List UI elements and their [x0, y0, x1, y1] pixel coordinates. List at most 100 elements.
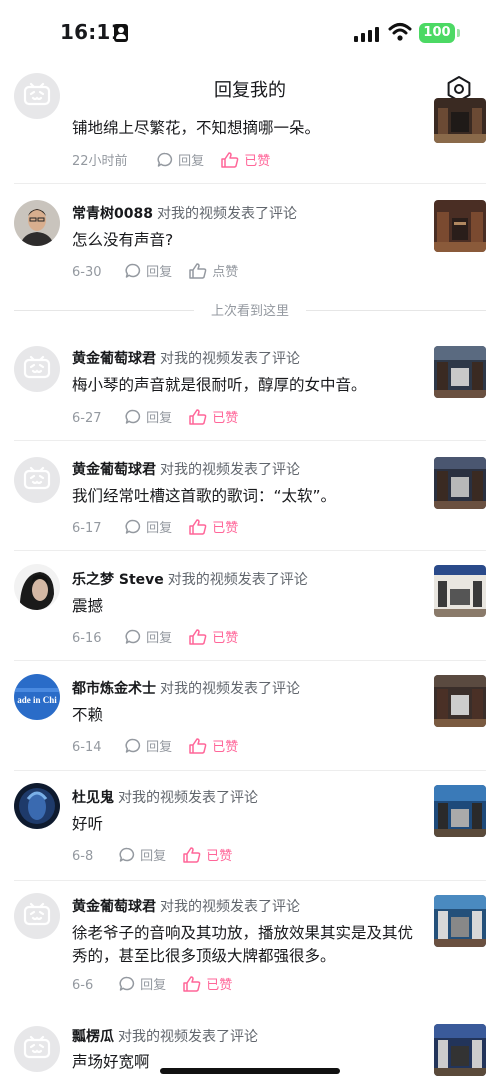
thumbs-up-icon [189, 629, 207, 645]
reply-button[interactable]: 回复 [124, 407, 172, 426]
avatar[interactable] [14, 73, 60, 119]
comment-text: 我们经常吐槽这首歌的歌词：“太软”。 [72, 487, 337, 505]
comment-header: 乐之梦 Steve 对我的视频发表了评论 [72, 569, 308, 589]
last-seen-divider: 上次看到这里 [0, 300, 500, 320]
comment-header: 黄金葡萄球君 对我的视频发表了评论 [72, 348, 300, 368]
comment-icon [125, 738, 141, 753]
thumbs-up-icon [189, 738, 207, 754]
reply-label: 回复 [146, 740, 173, 755]
video-thumbnail[interactable] [434, 1024, 486, 1076]
reply-label: 回复 [146, 521, 173, 536]
action-text: 对我的视频发表了评论 [118, 1029, 258, 1045]
username[interactable]: 黄金葡萄球君 [72, 351, 156, 367]
username[interactable]: 黄金葡萄球君 [72, 899, 156, 915]
thumbs-up-icon [189, 263, 207, 279]
username[interactable]: 常青树0088 [72, 206, 153, 222]
comment-icon [125, 519, 141, 534]
video-thumbnail[interactable] [434, 200, 486, 252]
divider [14, 880, 486, 881]
video-thumbnail[interactable] [434, 457, 486, 509]
video-thumbnail[interactable] [434, 785, 486, 837]
reply-label: 回复 [146, 631, 173, 646]
comment-text: 震撼 [72, 597, 104, 615]
username[interactable]: 黄金葡萄球君 [72, 462, 156, 478]
like-button[interactable]: 已赞 [188, 517, 238, 536]
comment-text: 铺地绵上尽繁花，不知想摘哪一朵。 [72, 119, 321, 137]
username[interactable]: 瓢楞瓜 [72, 1029, 114, 1045]
signal-icon [354, 26, 380, 42]
avatar[interactable]: ade in Chi [14, 674, 60, 720]
divider [14, 440, 486, 441]
like-button[interactable]: 已赞 [220, 150, 270, 169]
avatar[interactable] [14, 893, 60, 939]
avatar[interactable] [14, 346, 60, 392]
battery-tip [457, 29, 460, 37]
like-button[interactable]: 已赞 [182, 845, 232, 864]
avatar[interactable] [14, 564, 60, 610]
avatar[interactable] [14, 783, 60, 829]
action-text: 对我的视频发表了评论 [118, 790, 258, 806]
comment-text: 怎么没有声音? [72, 231, 174, 249]
thumbs-up-icon [183, 847, 201, 863]
battery-icon: 100 [419, 23, 455, 43]
reply-button[interactable]: 回复 [118, 845, 166, 864]
comment-date: 6-14 [72, 740, 102, 755]
action-text: 对我的视频发表了评论 [156, 206, 297, 222]
like-button[interactable]: 已赞 [188, 407, 238, 426]
comment-text: 好听 [72, 815, 104, 833]
action-text: 对我的视频发表了评论 [160, 899, 300, 915]
video-thumbnail[interactable] [434, 346, 486, 398]
video-thumbnail[interactable] [434, 895, 486, 947]
username[interactable]: 杜见鬼 [72, 790, 114, 806]
comment-date: 6-8 [72, 849, 94, 864]
comment-header: 杜见鬼 对我的视频发表了评论 [72, 787, 258, 807]
like-label: 已赞 [244, 154, 271, 169]
action-text: 对我的视频发表了评论 [167, 572, 308, 588]
comment-date: 6-30 [72, 265, 102, 280]
like-button[interactable]: 已赞 [188, 627, 238, 646]
avatar[interactable] [14, 457, 60, 503]
video-thumbnail[interactable] [434, 675, 486, 727]
comment-meta: 6-17 回复 已赞 [72, 517, 238, 537]
reply-button[interactable]: 回复 [124, 517, 172, 536]
reply-button[interactable]: 回复 [124, 261, 172, 280]
comment-meta: 6-30 回复 点赞 [72, 261, 238, 281]
comment-icon [157, 152, 173, 167]
page-title: 回复我的 [214, 80, 286, 101]
avatar[interactable] [14, 200, 60, 246]
reply-label: 回复 [140, 849, 167, 864]
like-label: 已赞 [212, 631, 239, 646]
reply-button[interactable]: 回复 [118, 974, 166, 993]
comment-meta: 6-14 回复 已赞 [72, 736, 238, 756]
reply-button[interactable]: 回复 [124, 627, 172, 646]
reply-label: 回复 [178, 154, 205, 169]
reply-button[interactable]: 回复 [124, 736, 172, 755]
comment-icon [125, 409, 141, 424]
comment-icon [119, 976, 135, 991]
video-thumbnail[interactable] [434, 98, 486, 143]
like-button[interactable]: 已赞 [188, 736, 238, 755]
reply-button[interactable]: 回复 [156, 150, 204, 169]
divider [14, 770, 486, 771]
wifi-icon [388, 23, 412, 41]
username[interactable]: 乐之梦 Steve [72, 572, 164, 588]
comment-header: 瓢楞瓜 对我的视频发表了评论 [72, 1026, 258, 1046]
comment-date: 6-17 [72, 521, 102, 536]
comment-text: 徐老爷子的音响及其功放，播放效果其实是及其优秀的，甚至比很多顶级大牌都强很多。 [72, 924, 414, 965]
like-label: 已赞 [206, 849, 233, 864]
divider [14, 660, 486, 661]
comment-icon [125, 263, 141, 278]
divider [14, 550, 486, 551]
like-button[interactable]: 已赞 [182, 974, 232, 993]
comment-date: 6-6 [72, 978, 94, 993]
avatar[interactable] [14, 1026, 60, 1072]
thumbs-up-icon [189, 409, 207, 425]
avatar-text: ade in Chi [17, 695, 57, 705]
comment-icon [119, 847, 135, 862]
like-button[interactable]: 点赞 [188, 261, 238, 280]
comment-meta: 6-6 回复 已赞 [72, 974, 232, 994]
video-thumbnail[interactable] [434, 565, 486, 617]
comment-text: 不赖 [72, 706, 104, 724]
username[interactable]: 都市炼金术士 [72, 681, 156, 697]
reply-label: 回复 [140, 978, 167, 993]
